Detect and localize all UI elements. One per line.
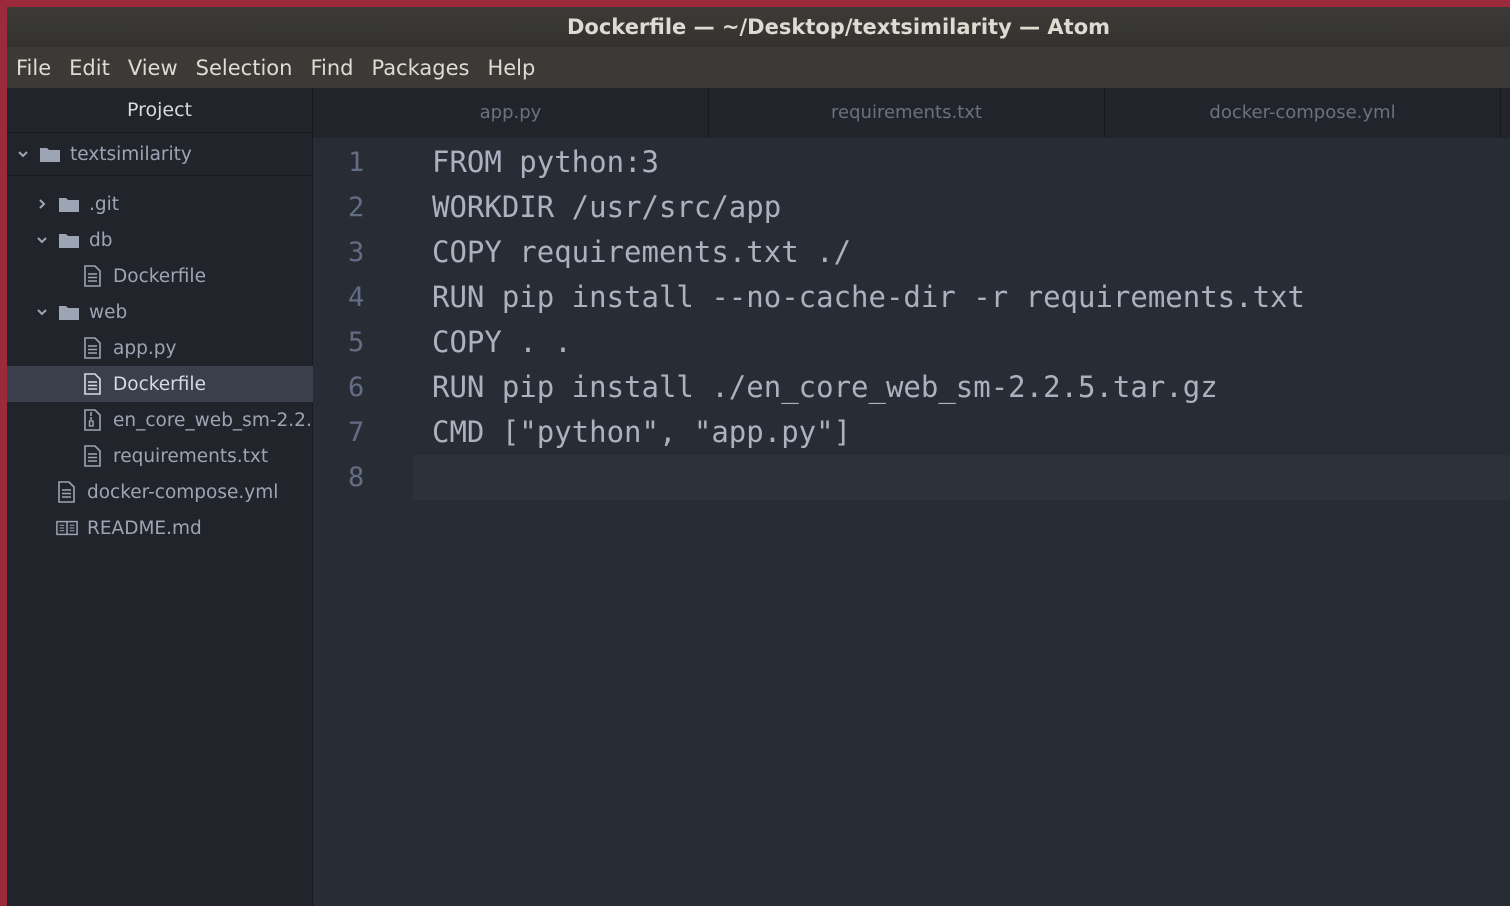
project-tree-panel: Project textsimilarity .git db Dockerfil…	[7, 88, 387, 906]
code-line: 4 RUN pip install --no-cache-dir -r requ…	[313, 275, 1510, 320]
tab-requirements-txt[interactable]: requirements.txt	[709, 88, 1105, 138]
folder-icon	[39, 144, 61, 164]
menu-bar: File Edit View Selection Find Packages H…	[7, 47, 1510, 88]
line-text[interactable]: CMD ["python", "app.py"]	[413, 410, 1510, 455]
line-number: 5	[348, 327, 365, 358]
code-line: 1 FROM python:3	[313, 140, 1510, 185]
title-bar: Dockerfile — ~/Desktop/textsimilarity — …	[7, 7, 1510, 47]
line-text[interactable]: COPY . .	[413, 320, 1510, 365]
code-line: 6 RUN pip install ./en_core_web_sm-2.2.5…	[313, 365, 1510, 410]
file-text-icon	[56, 481, 78, 503]
tree-root-textsimilarity[interactable]: textsimilarity	[7, 133, 322, 176]
code-line: 5 COPY . .	[313, 320, 1510, 365]
line-number: 6	[348, 372, 365, 403]
tree-label: app.py	[113, 337, 177, 359]
chevron-down-icon[interactable]	[36, 234, 50, 246]
tree-label: docker-compose.yml	[87, 481, 279, 503]
line-number: 4	[348, 282, 365, 313]
tree-item-readme[interactable]: README.md	[7, 510, 361, 546]
file-text-icon	[82, 373, 104, 395]
tree-label: textsimilarity	[70, 143, 192, 165]
tree-item-git[interactable]: .git	[7, 186, 341, 222]
folder-icon	[58, 194, 80, 214]
atom-window: Dockerfile — ~/Desktop/textsimilarity — …	[7, 7, 1510, 906]
line-text[interactable]: WORKDIR /usr/src/app	[413, 185, 1510, 230]
file-text-icon	[82, 445, 104, 467]
tree-label: Dockerfile	[113, 265, 206, 287]
menu-selection[interactable]: Selection	[187, 56, 302, 80]
line-number: 2	[348, 192, 365, 223]
tree-label: en_core_web_sm-2.2.5.t	[113, 409, 337, 431]
line-text[interactable]: FROM python:3	[413, 140, 1510, 185]
folder-icon	[58, 230, 80, 250]
code-line: 2 WORKDIR /usr/src/app	[313, 185, 1510, 230]
tree-label: web	[89, 301, 128, 323]
tree-item-docker-compose[interactable]: docker-compose.yml	[7, 474, 361, 510]
line-number: 3	[348, 237, 365, 268]
line-text[interactable]: COPY requirements.txt ./	[413, 230, 1510, 275]
editor-pane: app.py requirements.txt docker-compose.y…	[313, 88, 1510, 906]
tab-docker-compose-yml[interactable]: docker-compose.yml	[1105, 88, 1501, 138]
book-icon	[56, 518, 78, 538]
code-line-current: 8	[313, 455, 1510, 500]
tree-label: README.md	[87, 517, 202, 539]
line-number: 1	[348, 147, 365, 178]
chevron-down-icon[interactable]	[17, 148, 31, 160]
tab-app-py[interactable]: app.py	[313, 88, 709, 138]
tab-bar: app.py requirements.txt docker-compose.y…	[313, 88, 1510, 138]
tree-label: requirements.txt	[113, 445, 269, 467]
tree-label: Dockerfile	[113, 373, 206, 395]
tree-item-web[interactable]: web	[7, 294, 341, 330]
menu-help[interactable]: Help	[478, 56, 544, 80]
line-number: 8	[348, 462, 365, 493]
tree-label: .git	[89, 193, 120, 215]
file-text-icon	[82, 265, 104, 287]
folder-icon	[58, 302, 80, 322]
project-panel-header: Project	[7, 88, 312, 133]
code-line: 7 CMD ["python", "app.py"]	[313, 410, 1510, 455]
line-text[interactable]: RUN pip install ./en_core_web_sm-2.2.5.t…	[413, 365, 1510, 410]
code-editor[interactable]: 1 FROM python:3 2 WORKDIR /usr/src/app 3…	[313, 140, 1510, 906]
menu-packages[interactable]: Packages	[362, 56, 478, 80]
tree-item-db[interactable]: db	[7, 222, 341, 258]
line-text[interactable]: RUN pip install --no-cache-dir -r requir…	[413, 275, 1510, 320]
file-zip-icon	[82, 409, 104, 431]
menu-file[interactable]: File	[7, 56, 60, 80]
tree-label: db	[89, 229, 113, 251]
chevron-down-icon[interactable]	[36, 306, 50, 318]
window-title: Dockerfile — ~/Desktop/textsimilarity — …	[566, 15, 1111, 39]
menu-edit[interactable]: Edit	[60, 56, 119, 80]
menu-view[interactable]: View	[119, 56, 187, 80]
menu-find[interactable]: Find	[301, 56, 362, 80]
chevron-right-icon[interactable]	[36, 198, 50, 210]
code-line: 3 COPY requirements.txt ./	[313, 230, 1510, 275]
line-text[interactable]	[413, 455, 1510, 500]
file-text-icon	[82, 337, 104, 359]
line-number: 7	[348, 417, 365, 448]
